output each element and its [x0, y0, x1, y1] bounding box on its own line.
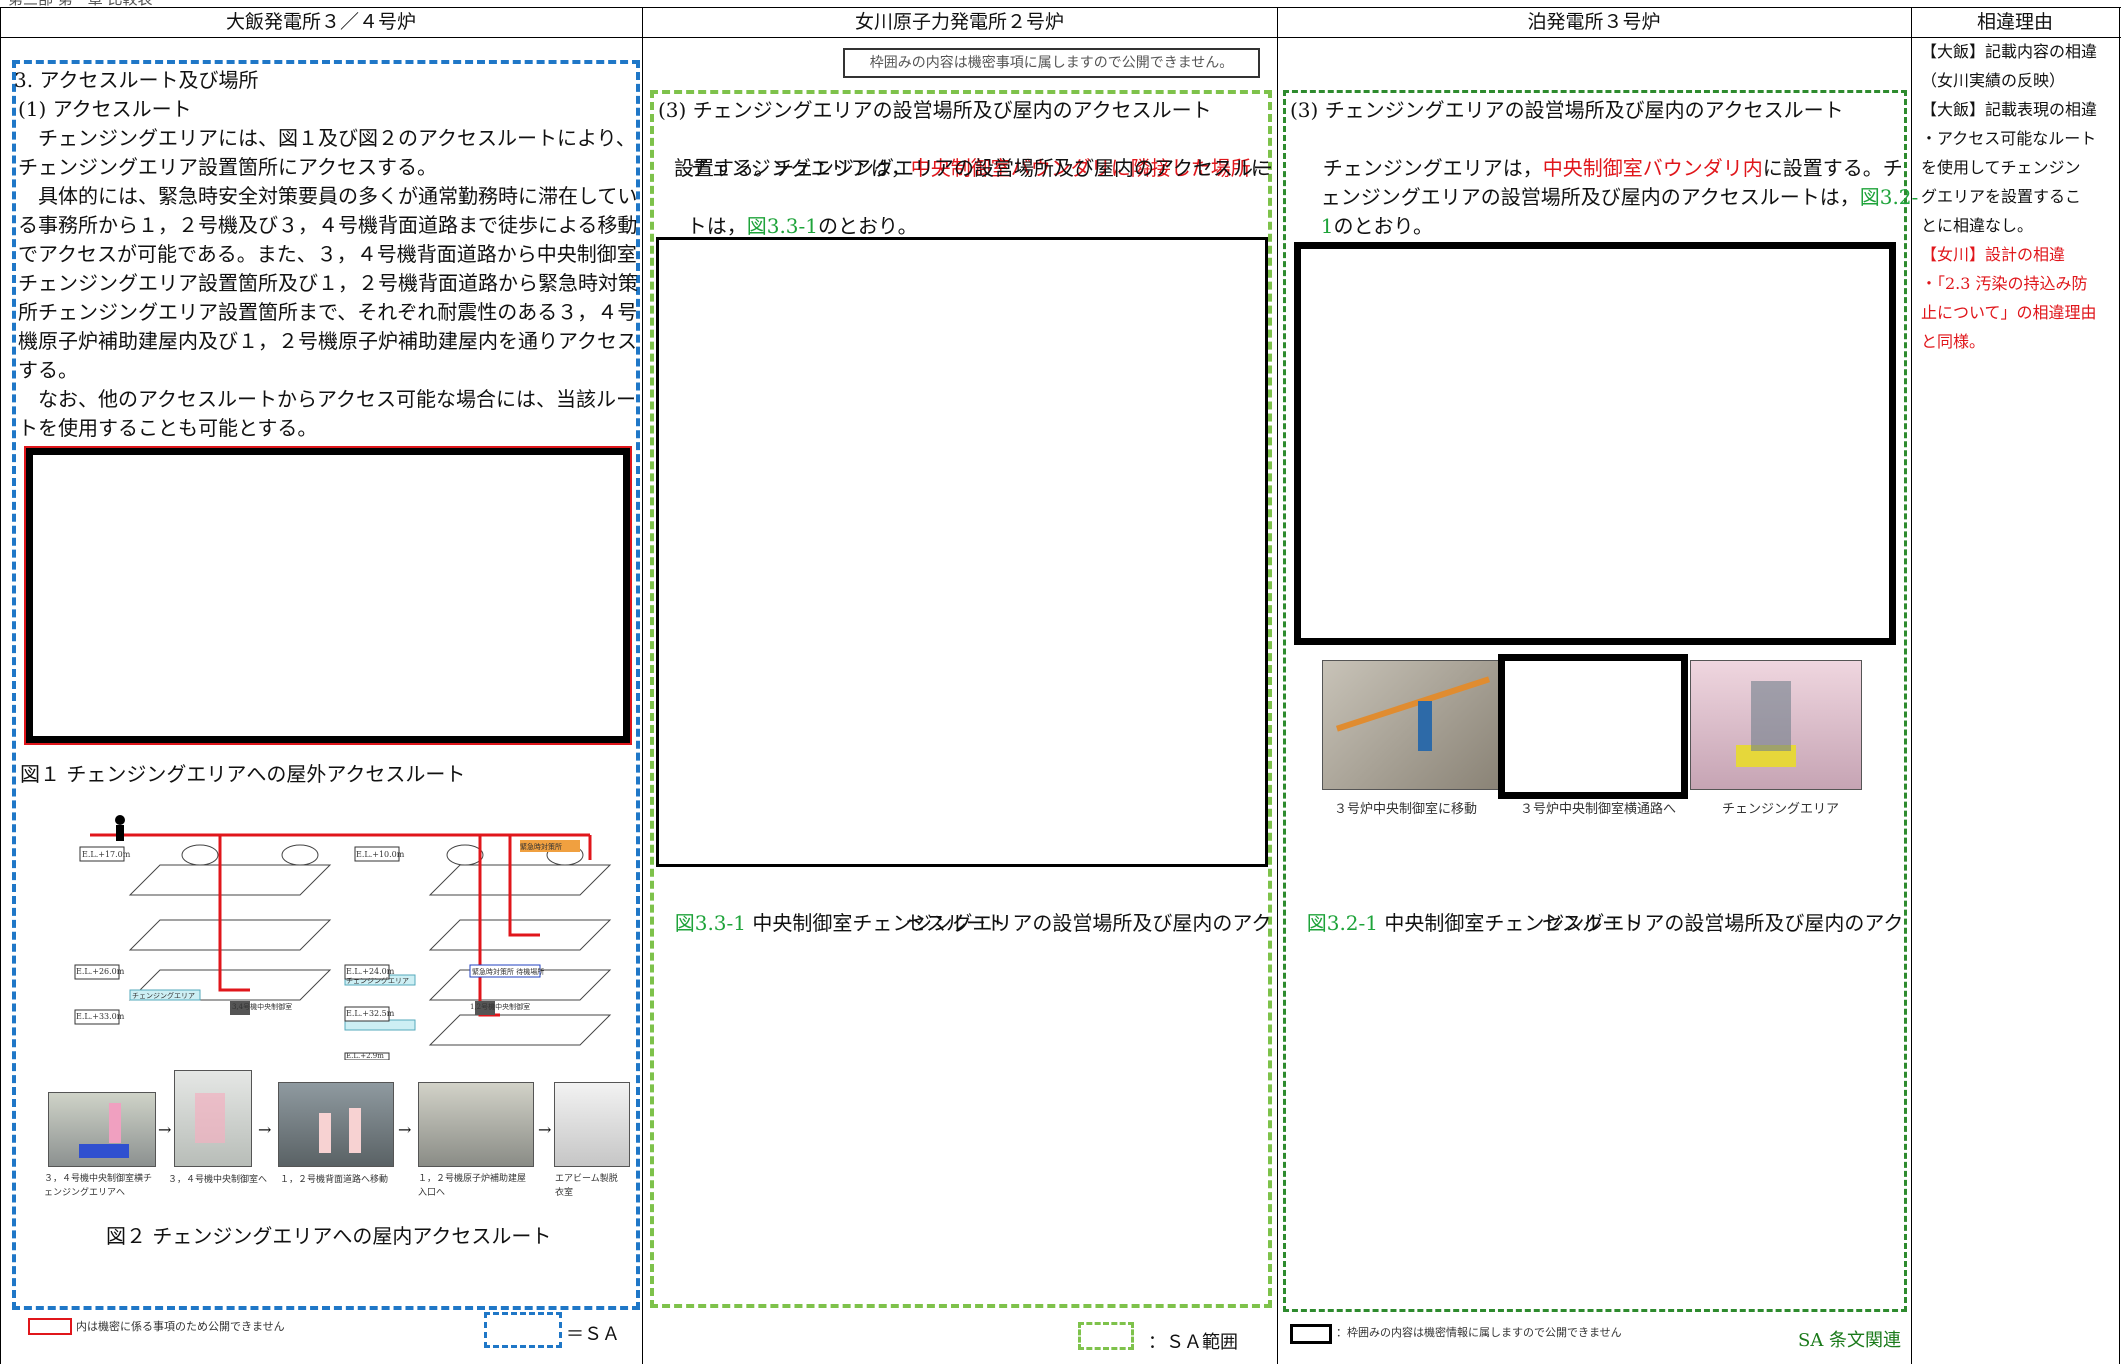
diagram-label: E.L.+24.0m [346, 967, 395, 976]
arrow-icon: → [538, 1120, 552, 1139]
redacted-photo-box [1498, 654, 1688, 799]
photo-access-5 [554, 1082, 630, 1167]
photo-caption: ３，４号機中央制御室横チェンジングエリアへ [44, 1174, 153, 1198]
diagram-label: E.L.+2.9m [346, 1052, 384, 1060]
photo-access-4 [418, 1082, 534, 1167]
diagram-label: 緊急時対策所 [520, 843, 562, 851]
diagram-label: チェンジングエリア [132, 992, 195, 1000]
section-heading: (3) チェンジングエリアの設営場所及び屋内のアクセスルート [1290, 98, 1844, 122]
figure-1-caption: 図１ チェンジングエリアへの屋外アクセスルート [20, 762, 466, 786]
text-line: チェンジングエリア設置箇所にアクセスする。 [18, 155, 437, 179]
reason-line: ・アクセス可能なルート [1921, 129, 2097, 148]
diagram-label: 1,2号機中央制御室 [470, 1003, 531, 1011]
text-line: 所チェンジングエリア設置箇所まで、それぞれ耐震性のある３，４号 [18, 300, 638, 324]
reason-line: 【女川】設計の相違 [1921, 245, 2066, 264]
sa-article-legend: SA 条文関連 [1798, 1330, 1902, 1351]
section-heading: (3) チェンジングエリアの設営場所及び屋内のアクセスルート [658, 98, 1212, 122]
photo-caption: エアビーム製脱衣室 [555, 1174, 618, 1198]
arrow-icon: → [258, 1120, 272, 1139]
column-header-onagawa: 女川原子力発電所２号炉 [854, 11, 1064, 33]
photo-caption: ３，４号機中央制御室へ [168, 1175, 268, 1185]
reason-line: グエリアを設置するこ [1921, 187, 2082, 206]
diagram-label: E.L.+33.0m [76, 1012, 125, 1021]
photo-caption: ３号炉中央制御室に移動 [1334, 802, 1478, 817]
figure-caption-line2: セスルート [1542, 911, 1642, 935]
text-line: 具体的には、緊急時安全対策要員の多くが通常勤務時に滞在してい [18, 184, 638, 208]
col-border [0, 7, 1, 1364]
diagram-label: E.L.+26.0m [76, 967, 125, 976]
arrow-icon: → [158, 1120, 172, 1139]
diagram-label: 3,4号機中央制御室 [232, 1003, 293, 1011]
reason-line: （女川実績の反映） [1921, 71, 2066, 90]
photo-caption: チェンジングエリア [1722, 802, 1840, 817]
redacted-figure-box [1294, 242, 1896, 645]
diagram-label: E.L.+32.5m [346, 1009, 395, 1018]
col-border [1277, 7, 1278, 1364]
column-header-reason: 相違理由 [1976, 11, 2053, 33]
col-border [2119, 7, 2120, 1364]
sa-range-legend-icon [1078, 1322, 1134, 1350]
text-line: でアクセスが可能である。また、３，４号機背面道路から中央制御室 [18, 242, 637, 266]
text-line: 機原子炉補助建屋内及び１，２号機原子炉補助建屋内を通りアクセス [18, 329, 637, 353]
reason-line: ・「2.3 汚染の持込み防 [1921, 274, 2088, 293]
confidential-notice: 枠囲みの内容は機密事項に属しますので公開できません。 [843, 48, 1260, 78]
red-frame-legend-icon [28, 1318, 72, 1335]
diagram-label: 緊急時対策所 待機場所 [472, 968, 545, 976]
diagram-label: E.L.+10.0m [356, 850, 405, 859]
text-line: トは，図3.3-1のとおり。 [686, 214, 918, 238]
sa-legend-icon [484, 1312, 562, 1348]
reason-line: を使用してチェンジン [1921, 158, 2081, 177]
diagram-label: チェンジングエリア [346, 977, 409, 985]
col-border [642, 7, 643, 1364]
photo-access-1 [48, 1092, 156, 1167]
black-frame-legend-icon [1290, 1324, 1332, 1344]
column-header-tomari: 泊発電所３号炉 [1527, 11, 1661, 33]
red-frame-legend-text: 内は機密に係る事項のため公開できません [76, 1320, 285, 1333]
text-line: トを使用することも可能とする。 [18, 416, 318, 440]
text-line: 1のとおり。 [1320, 214, 1434, 238]
text-line: る事務所から１，２号機及び３，４号機背面道路まで徒歩による移動 [18, 213, 638, 237]
figure-link: 図3.3-1 [746, 214, 819, 238]
photo-tomari-1 [1322, 660, 1500, 790]
sa-range-legend-text: ：ＳＡ範囲 [1148, 1332, 1238, 1353]
photo-access-3 [278, 1082, 394, 1167]
arrow-icon: → [398, 1120, 412, 1139]
photo-tomari-3 [1690, 660, 1862, 790]
reason-line: と同様。 [1921, 332, 1986, 351]
text-line: チェンジングエリアには、図１及び図２のアクセスルートにより、 [18, 126, 636, 150]
text-line: チェンジングエリア設置箇所及び１，２号機背面道路から緊急時対策 [18, 271, 638, 295]
reason-line: とに相違なし。 [1921, 216, 2034, 235]
text-line: 設置する。チェンジングエリアの設営場所及び屋内のアクセスルー [674, 156, 1273, 180]
text-line: (1) アクセスルート [18, 97, 192, 121]
photo-caption: ３号炉中央制御室横通路へ [1520, 802, 1677, 817]
sa-legend-text: ＝ＳＡ [566, 1324, 620, 1345]
column-header-ohi: 大飯発電所３／４号炉 [225, 11, 416, 33]
reason-line: 【大飯】記載表現の相違 [1921, 100, 2098, 119]
redacted-figure-box [656, 237, 1268, 867]
diagram-label: E.L.+17.0m [82, 850, 131, 859]
reason-line: 止について」の相違理由 [1921, 303, 2097, 322]
figure-2-caption: 図２ チェンジングエリアへの屋内アクセスルート [106, 1224, 552, 1248]
section-heading: 3. アクセスルート及び場所 [14, 68, 259, 92]
reason-line: 【大飯】記載内容の相違 [1921, 42, 2098, 61]
photo-caption: １，２号機背面道路へ移動 [280, 1175, 389, 1185]
photo-caption: １，２号機原子炉補助建屋入口へ [418, 1174, 527, 1198]
text-line: なお、他のアクセスルートからアクセス可能な場合には、当該ルー [18, 387, 636, 411]
text-line: する。 [18, 358, 78, 382]
figure-caption-line2: セスルート [906, 911, 1006, 935]
header-bottom-border [0, 37, 2121, 38]
redacted-figure-box [24, 446, 632, 745]
photo-access-2 [174, 1070, 252, 1167]
black-frame-legend-text: ：枠囲みの内容は機密情報に属しますので公開できません [1336, 1326, 1622, 1339]
